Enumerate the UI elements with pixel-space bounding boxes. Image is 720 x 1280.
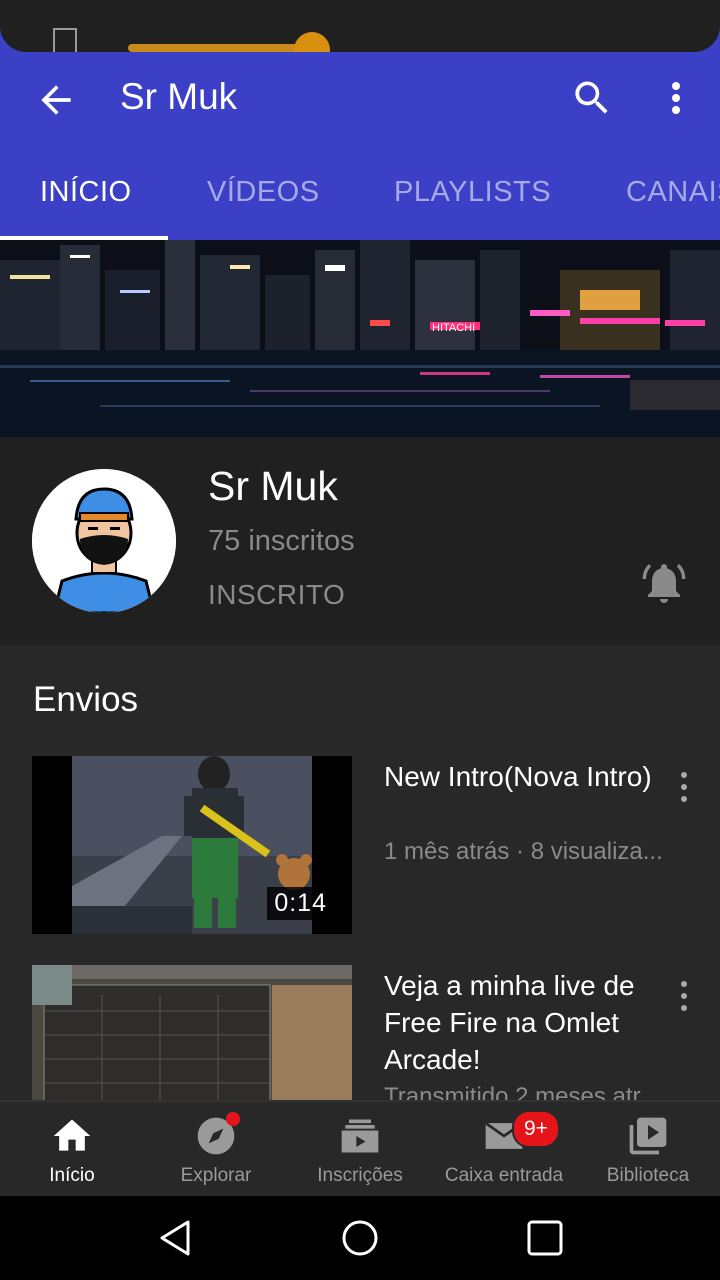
banner-cityscape-image: HITACHI — [0, 240, 720, 437]
more-vertical-icon[interactable] — [660, 76, 692, 120]
tab-videos[interactable]: VÍDEOS — [207, 176, 320, 209]
tab-inicio[interactable]: INÍCIO — [40, 176, 132, 209]
library-icon — [629, 1117, 667, 1155]
nav-item-inscricoes[interactable]: Inscrições — [288, 1102, 432, 1198]
uploads-section-title: Envios — [33, 680, 139, 719]
overlay-cap — [0, 0, 720, 52]
notification-bell-icon[interactable] — [640, 559, 688, 607]
page-title: Sr Muk — [120, 76, 238, 117]
app-bar: Sr Muk INÍCIO VÍDEOS PLAYLISTS CANAIS — [0, 52, 720, 240]
tab-playlists[interactable]: PLAYLISTS — [394, 176, 551, 209]
video-duration: 0:14 — [267, 887, 334, 920]
system-recents-icon[interactable] — [523, 1216, 567, 1260]
video-more-icon[interactable] — [672, 979, 696, 1013]
video-item[interactable]: Veja a minha live de Free Fire na Omlet … — [0, 965, 720, 1100]
nav-item-explorar[interactable]: Explorar — [144, 1102, 288, 1198]
system-navigation-bar — [0, 1196, 720, 1280]
nav-item-inicio[interactable]: Início — [0, 1102, 144, 1198]
channel-header: Sr Muk 75 inscritos INSCRITO — [0, 437, 720, 645]
video-item[interactable]: 0:14 New Intro(Nova Intro) 1 mês atrás ·… — [0, 756, 720, 936]
overlay-slider-track — [128, 44, 308, 52]
nav-label: Caixa entrada — [444, 1165, 564, 1186]
thumbnail-image — [32, 965, 352, 1100]
video-thumbnail[interactable]: 0:14 — [32, 756, 352, 934]
nav-label: Explorar — [180, 1165, 252, 1186]
nav-label: Início — [49, 1165, 95, 1186]
tab-canais[interactable]: CANAIS — [626, 176, 720, 209]
bottom-navigation: Início Explorar Inscrições Caixa entrada… — [0, 1100, 720, 1198]
svg-text:HITACHI: HITACHI — [432, 322, 475, 334]
video-meta: Transmitido 2 meses atr... — [384, 1083, 660, 1100]
overlay-square-icon — [53, 28, 77, 52]
system-back-icon[interactable] — [154, 1216, 198, 1260]
avatar-cartoon-image — [32, 469, 176, 613]
inbox-badge: 9+ — [512, 1110, 560, 1148]
channel-banner: HITACHI — [0, 240, 720, 437]
video-title[interactable]: Veja a minha live de Free Fire na Omlet … — [384, 967, 674, 1078]
system-home-icon[interactable] — [338, 1216, 382, 1260]
subscriptions-notification-dot — [226, 1112, 240, 1126]
channel-tabs: INÍCIO VÍDEOS PLAYLISTS CANAIS — [0, 164, 720, 240]
channel-name: Sr Muk — [208, 463, 338, 509]
video-meta: 1 mês atrás · 8 visualiza... — [384, 838, 663, 865]
video-more-icon[interactable] — [672, 770, 696, 804]
subscribed-button[interactable]: INSCRITO — [208, 579, 345, 611]
nav-label: Biblioteca — [606, 1165, 690, 1186]
subscriptions-icon — [341, 1119, 379, 1153]
video-thumbnail[interactable] — [32, 965, 352, 1100]
search-icon[interactable] — [570, 76, 614, 120]
nav-item-biblioteca[interactable]: Biblioteca — [576, 1102, 720, 1198]
status-overlay — [0, 0, 720, 68]
home-icon — [53, 1119, 91, 1151]
channel-avatar[interactable] — [32, 469, 176, 613]
video-title[interactable]: New Intro(Nova Intro) — [384, 758, 674, 795]
nav-label: Inscrições — [317, 1165, 403, 1186]
back-arrow-icon[interactable] — [34, 78, 78, 122]
subscriber-count: 75 inscritos — [208, 525, 355, 557]
